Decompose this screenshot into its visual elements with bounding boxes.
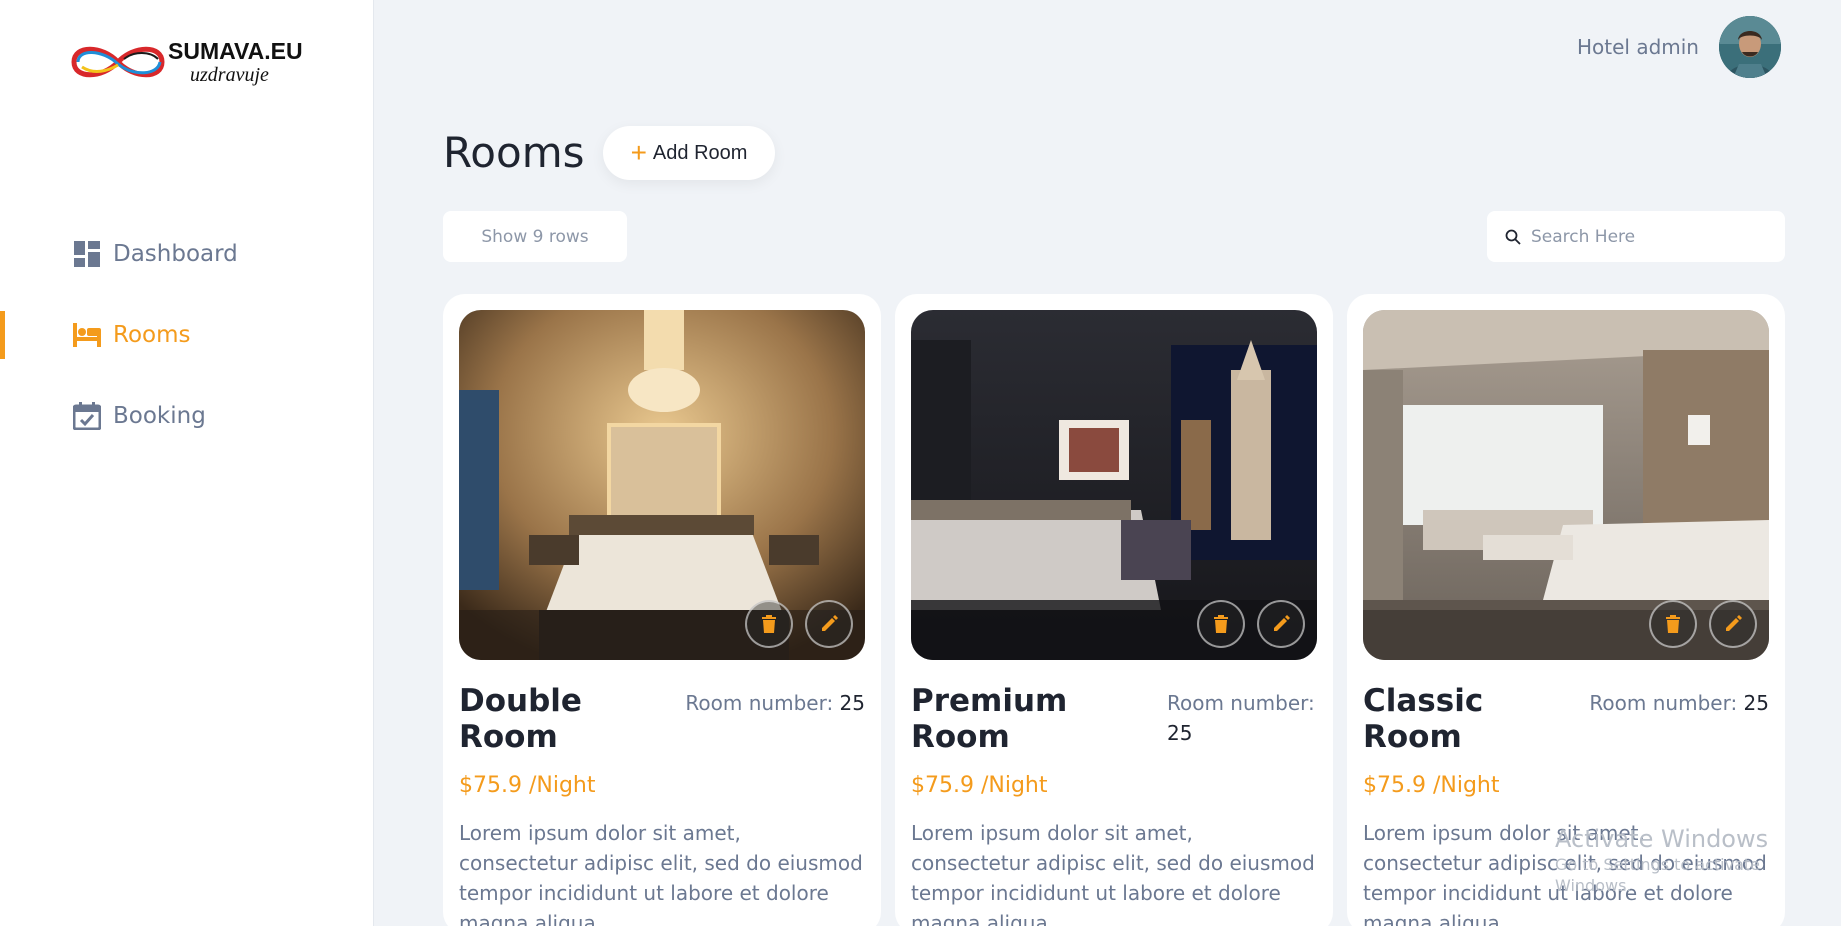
edit-room-button[interactable]: [1709, 600, 1757, 648]
brand-subtitle: uzdravuje: [190, 63, 269, 86]
plus-icon: +: [630, 137, 647, 168]
room-number: Room number: 25: [1167, 688, 1317, 748]
edit-room-button[interactable]: [1257, 600, 1305, 648]
room-description: Lorem ipsum dolor sit amet, consectetur …: [459, 821, 863, 926]
room-card: Classic Room Room number: 25 $75.9 /Nigh…: [1347, 294, 1785, 926]
delete-room-button[interactable]: [745, 600, 793, 648]
room-name: Classic Room: [1363, 683, 1484, 755]
bed-icon: [73, 321, 101, 349]
room-number-label: Room number:: [1167, 691, 1315, 715]
search-input[interactable]: [1531, 226, 1771, 247]
room-number-label: Room number:: [685, 691, 834, 715]
calendar-check-icon: [73, 402, 101, 430]
room-card: Double Room Room number: 25 $75.9 /Night…: [443, 294, 881, 926]
room-photo: [911, 310, 1317, 660]
infinity-logo-icon: [71, 46, 165, 78]
room-number-value: 25: [1743, 691, 1769, 715]
trash-icon: [762, 615, 776, 633]
pencil-icon: [1274, 615, 1290, 631]
sidebar: SUMAVA.EU uzdravuje Dashboard Rooms Book…: [0, 0, 374, 926]
rows-per-page-select[interactable]: Show 9 rows: [443, 211, 627, 262]
room-description: Lorem ipsum dolor sit amet, consectetur …: [911, 821, 1315, 926]
sidebar-item-label: Dashboard: [113, 241, 238, 267]
room-number-value: 25: [1167, 721, 1193, 745]
delete-room-button[interactable]: [1649, 600, 1697, 648]
pencil-icon: [822, 615, 838, 631]
user-menu[interactable]: Hotel admin: [1577, 16, 1781, 78]
add-room-button[interactable]: + Add Room: [603, 126, 775, 180]
delete-room-button[interactable]: [1197, 600, 1245, 648]
dashboard-icon: [73, 240, 101, 268]
add-room-label: Add Room: [652, 141, 748, 164]
room-number: Room number: 25: [685, 688, 865, 718]
room-photo: [1363, 310, 1769, 660]
pencil-icon: [1726, 615, 1742, 631]
sidebar-item-booking[interactable]: Booking: [0, 392, 374, 440]
trash-icon: [1666, 615, 1680, 633]
room-number: Room number: 25: [1589, 688, 1769, 718]
trash-icon: [1214, 615, 1228, 633]
sidebar-item-rooms[interactable]: Rooms: [0, 311, 374, 359]
brand-title: SUMAVA.EU: [168, 37, 303, 64]
sidebar-item-dashboard[interactable]: Dashboard: [0, 230, 374, 278]
sidebar-nav: Dashboard Rooms Booking: [0, 230, 374, 473]
brand-logo[interactable]: SUMAVA.EU uzdravuje: [64, 36, 324, 88]
room-card-grid: Double Room Room number: 25 $75.9 /Night…: [443, 294, 1786, 926]
avatar[interactable]: [1719, 16, 1781, 78]
room-number-label: Room number:: [1589, 691, 1738, 715]
page-title: Rooms: [443, 128, 585, 177]
sidebar-item-label: Booking: [113, 403, 206, 429]
room-price: $75.9 /Night: [459, 773, 596, 799]
room-price: $75.9 /Night: [911, 773, 1048, 799]
room-description: Lorem ipsum dolor sit amet, consectetur …: [1363, 821, 1767, 926]
room-name: Premium Room: [911, 683, 1068, 755]
room-number-value: 25: [839, 691, 865, 715]
room-photo: [459, 310, 865, 660]
search-box: [1487, 211, 1785, 262]
room-price: $75.9 /Night: [1363, 773, 1500, 799]
sidebar-item-label: Rooms: [113, 322, 191, 348]
room-card: Premium Room Room number: 25 $75.9 /Nigh…: [895, 294, 1333, 926]
room-name: Double Room: [459, 683, 582, 755]
search-icon: [1505, 229, 1521, 245]
user-name: Hotel admin: [1576, 35, 1699, 59]
edit-room-button[interactable]: [805, 600, 853, 648]
